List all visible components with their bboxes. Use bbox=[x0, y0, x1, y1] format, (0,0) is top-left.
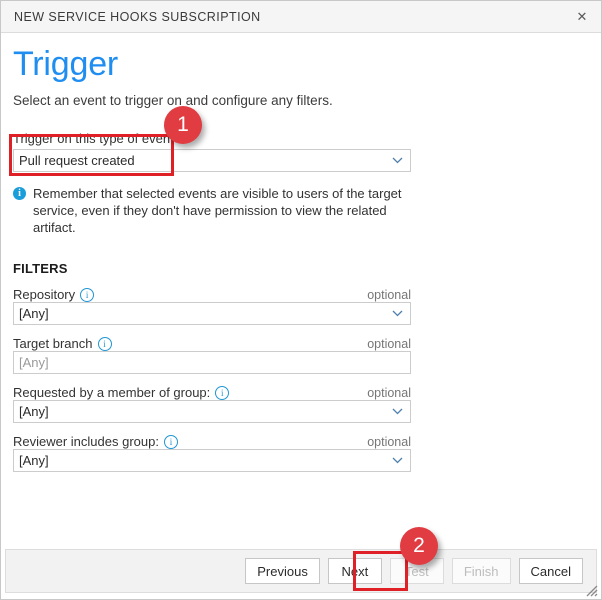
info-icon[interactable]: i bbox=[97, 336, 112, 351]
notice-text: Remember that selected events are visibl… bbox=[33, 186, 402, 236]
filters-heading: FILTERS bbox=[13, 261, 68, 277]
filter-reviewer-includes-group-label: Reviewer includes group: i bbox=[13, 434, 178, 449]
page-title: Trigger bbox=[13, 45, 119, 83]
dialog-titlebar: NEW SERVICE HOOKS SUBSCRIPTION ✕ bbox=[1, 1, 601, 33]
filter-reviewer-includes-group: Reviewer includes group: i optional [Any… bbox=[13, 434, 411, 473]
filter-repository-label-text: Repository bbox=[13, 287, 76, 303]
finish-button: Finish bbox=[451, 558, 511, 584]
filter-reviewer-includes-group-select[interactable]: [Any] bbox=[13, 449, 411, 473]
filter-requested-by-group-value: [Any] bbox=[19, 404, 49, 420]
previous-button[interactable]: Previous bbox=[245, 558, 320, 584]
filter-repository-value: [Any] bbox=[19, 306, 49, 322]
filter-target-branch-label-text: Target branch bbox=[13, 336, 93, 352]
chevron-down-icon bbox=[384, 457, 410, 464]
filter-target-branch-value: [Any] bbox=[19, 355, 49, 371]
filter-requested-by-group: Requested by a member of group: i option… bbox=[13, 385, 411, 424]
cancel-button[interactable]: Cancel bbox=[518, 558, 583, 584]
filter-target-branch: Target branch i optional [Any] bbox=[13, 336, 411, 375]
resize-grip-icon[interactable] bbox=[584, 583, 598, 597]
events-visibility-notice: i Remember that selected events are visi… bbox=[13, 185, 423, 236]
trigger-event-select[interactable]: Pull request created bbox=[13, 149, 411, 173]
annotation-badge-1: 1 bbox=[164, 106, 202, 144]
info-icon[interactable]: i bbox=[215, 385, 230, 400]
filter-requested-by-group-optional: optional bbox=[367, 385, 411, 400]
filter-target-branch-input[interactable]: [Any] bbox=[13, 351, 411, 375]
chevron-down-icon bbox=[384, 157, 410, 164]
filter-repository-label-row: Repository i optional bbox=[13, 287, 411, 302]
filter-reviewer-includes-group-label-row: Reviewer includes group: i optional bbox=[13, 434, 411, 449]
filter-repository: Repository i optional [Any] bbox=[13, 287, 411, 326]
chevron-down-icon bbox=[384, 310, 410, 317]
filter-target-branch-label: Target branch i bbox=[13, 336, 112, 351]
info-icon[interactable]: i bbox=[163, 434, 178, 449]
filter-reviewer-includes-group-value: [Any] bbox=[19, 453, 49, 469]
dialog-footer: Previous Next Test Finish Cancel bbox=[5, 549, 597, 593]
filter-repository-select[interactable]: [Any] bbox=[13, 302, 411, 326]
annotation-badge-2: 2 bbox=[400, 527, 438, 565]
filter-reviewer-includes-group-label-text: Reviewer includes group: bbox=[13, 434, 159, 450]
trigger-event-field: Trigger on this type of event Pull reque… bbox=[13, 131, 589, 173]
filter-requested-by-group-label-row: Requested by a member of group: i option… bbox=[13, 385, 411, 400]
filter-repository-optional: optional bbox=[367, 287, 411, 302]
chevron-down-icon bbox=[384, 408, 410, 415]
filter-requested-by-group-label-text: Requested by a member of group: bbox=[13, 385, 211, 401]
filter-requested-by-group-select[interactable]: [Any] bbox=[13, 400, 411, 424]
next-button[interactable]: Next bbox=[327, 558, 382, 584]
filter-repository-label: Repository i bbox=[13, 287, 95, 303]
dialog-content: Trigger Select an event to trigger on an… bbox=[1, 45, 601, 560]
trigger-event-label: Trigger on this type of event bbox=[13, 131, 174, 147]
dialog-title: NEW SERVICE HOOKS SUBSCRIPTION bbox=[14, 9, 261, 24]
info-icon[interactable]: i bbox=[80, 287, 95, 302]
close-icon[interactable]: ✕ bbox=[569, 6, 595, 27]
filter-requested-by-group-label: Requested by a member of group: i bbox=[13, 385, 230, 401]
filter-target-branch-optional: optional bbox=[367, 336, 411, 351]
info-icon: i bbox=[13, 187, 26, 201]
trigger-event-value: Pull request created bbox=[19, 153, 135, 169]
filter-target-branch-label-row: Target branch i optional bbox=[13, 336, 411, 351]
new-service-hooks-subscription-dialog: NEW SERVICE HOOKS SUBSCRIPTION ✕ Trigger… bbox=[0, 0, 602, 600]
filter-reviewer-includes-group-optional: optional bbox=[367, 434, 411, 449]
page-subtitle: Select an event to trigger on and config… bbox=[13, 93, 333, 109]
